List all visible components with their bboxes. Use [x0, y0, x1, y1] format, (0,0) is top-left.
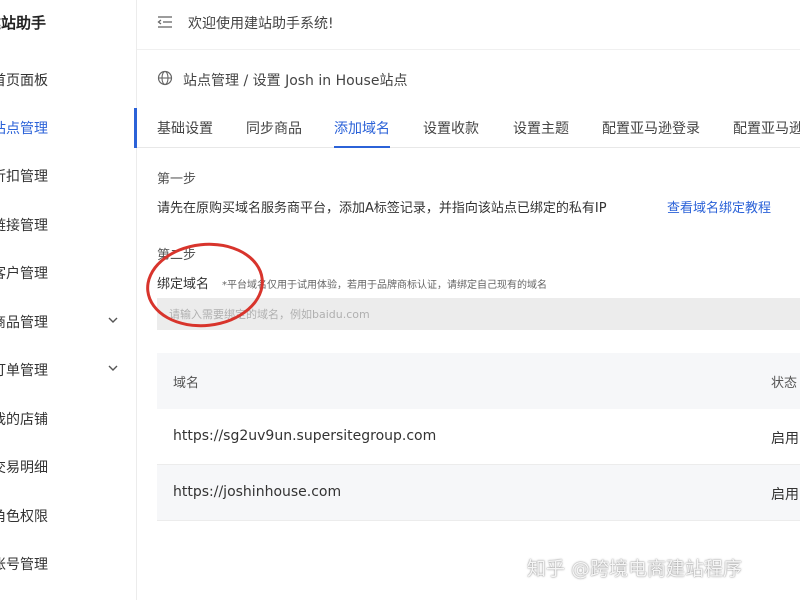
sidebar-item-orders[interactable]: 订单管理 [0, 350, 137, 390]
status-cell: 启用 [771, 487, 799, 503]
bind-domain-label: 绑定域名 [157, 277, 210, 292]
table-row: https://sg2uv9un.supersitegroup.com 启用 [157, 409, 800, 465]
table-row: https://joshinhouse.com 启用 [157, 465, 800, 521]
column-header-domain: 域名 [173, 376, 200, 391]
settings-tabs: 基础设置 同步商品 添加域名 设置收款 设置主题 配置亚马逊登录 配置亚马逊 [137, 108, 800, 148]
tab-amazon-config[interactable]: 配置亚马逊 [733, 118, 800, 148]
domain-binding-tutorial-link[interactable]: 查看域名绑定教程 [667, 197, 771, 216]
welcome-text: 欢迎使用建站助手系统! [188, 16, 334, 32]
sidebar-item-label: 站点管理 [0, 121, 48, 137]
breadcrumb: 站点管理 / 设置 Josh in House站点 [183, 73, 408, 89]
tab-theme-settings[interactable]: 设置主题 [513, 118, 569, 148]
sidebar: 建站助手 首页面板 站点管理 折扣管理 链接管理 客户管理 商品管理 订单管理 … [0, 0, 137, 600]
sidebar-item-products[interactable]: 商品管理 [0, 302, 137, 342]
tab-add-domain[interactable]: 添加域名 [334, 118, 390, 148]
sidebar-item-label: 折扣管理 [0, 169, 48, 185]
step-one-title: 第一步 [157, 172, 197, 187]
tab-sync-products[interactable]: 同步商品 [246, 118, 302, 148]
step-one-description: 请先在原购买域名服务商平台，添加A标签记录，并指向该站点已绑定的私有IP [157, 201, 607, 216]
chevron-down-icon [108, 317, 118, 323]
sidebar-item-transactions[interactable]: 交易明细 [0, 447, 137, 487]
step-two-title: 第二步 [157, 248, 197, 263]
sidebar-item-discounts[interactable]: 折扣管理 [0, 156, 137, 196]
tab-amazon-login[interactable]: 配置亚马逊登录 [602, 118, 700, 148]
brand-title: 建站助手 [0, 14, 47, 32]
sidebar-item-label: 角色权限 [0, 509, 48, 525]
sidebar-item-label: 链接管理 [0, 218, 48, 234]
sidebar-item-label: 商品管理 [0, 315, 48, 331]
column-header-status: 状态 [771, 376, 798, 391]
table-header: 域名 状态 [157, 353, 800, 409]
domain-input[interactable] [157, 298, 800, 330]
sidebar-item-label: 订单管理 [0, 363, 48, 379]
globe-icon [157, 70, 173, 86]
sidebar-item-my-store[interactable]: 我的店铺 [0, 399, 137, 439]
tab-payment-settings[interactable]: 设置收款 [423, 118, 479, 148]
sidebar-item-label: 首页面板 [0, 73, 48, 89]
sidebar-item-dashboard[interactable]: 首页面板 [0, 60, 137, 100]
domain-cell: https://joshinhouse.com [173, 484, 342, 500]
sidebar-item-accounts[interactable]: 账号管理 [0, 544, 137, 584]
sidebar-item-customers[interactable]: 客户管理 [0, 253, 137, 293]
top-header: 欢迎使用建站助手系统! [137, 0, 800, 50]
sidebar-item-links[interactable]: 链接管理 [0, 205, 137, 245]
tab-basic-settings[interactable]: 基础设置 [157, 118, 213, 148]
sidebar-item-label: 客户管理 [0, 266, 48, 282]
domain-cell: https://sg2uv9un.supersitegroup.com [173, 428, 437, 444]
bind-domain-note: *平台域名仅用于试用体验，若用于品牌商标认证，请绑定自己现有的域名 [222, 280, 547, 291]
status-cell: 启用 [771, 431, 799, 447]
watermark-text: 知乎 @跨境电商建站程序 [527, 558, 743, 580]
menu-fold-icon[interactable] [157, 14, 173, 30]
sidebar-item-label: 账号管理 [0, 557, 48, 573]
sidebar-item-roles[interactable]: 角色权限 [0, 496, 137, 536]
chevron-down-icon [108, 365, 118, 371]
sidebar-item-label: 交易明细 [0, 460, 48, 476]
sidebar-item-label: 我的店铺 [0, 412, 48, 428]
sidebar-item-sites[interactable]: 站点管理 [0, 108, 137, 148]
